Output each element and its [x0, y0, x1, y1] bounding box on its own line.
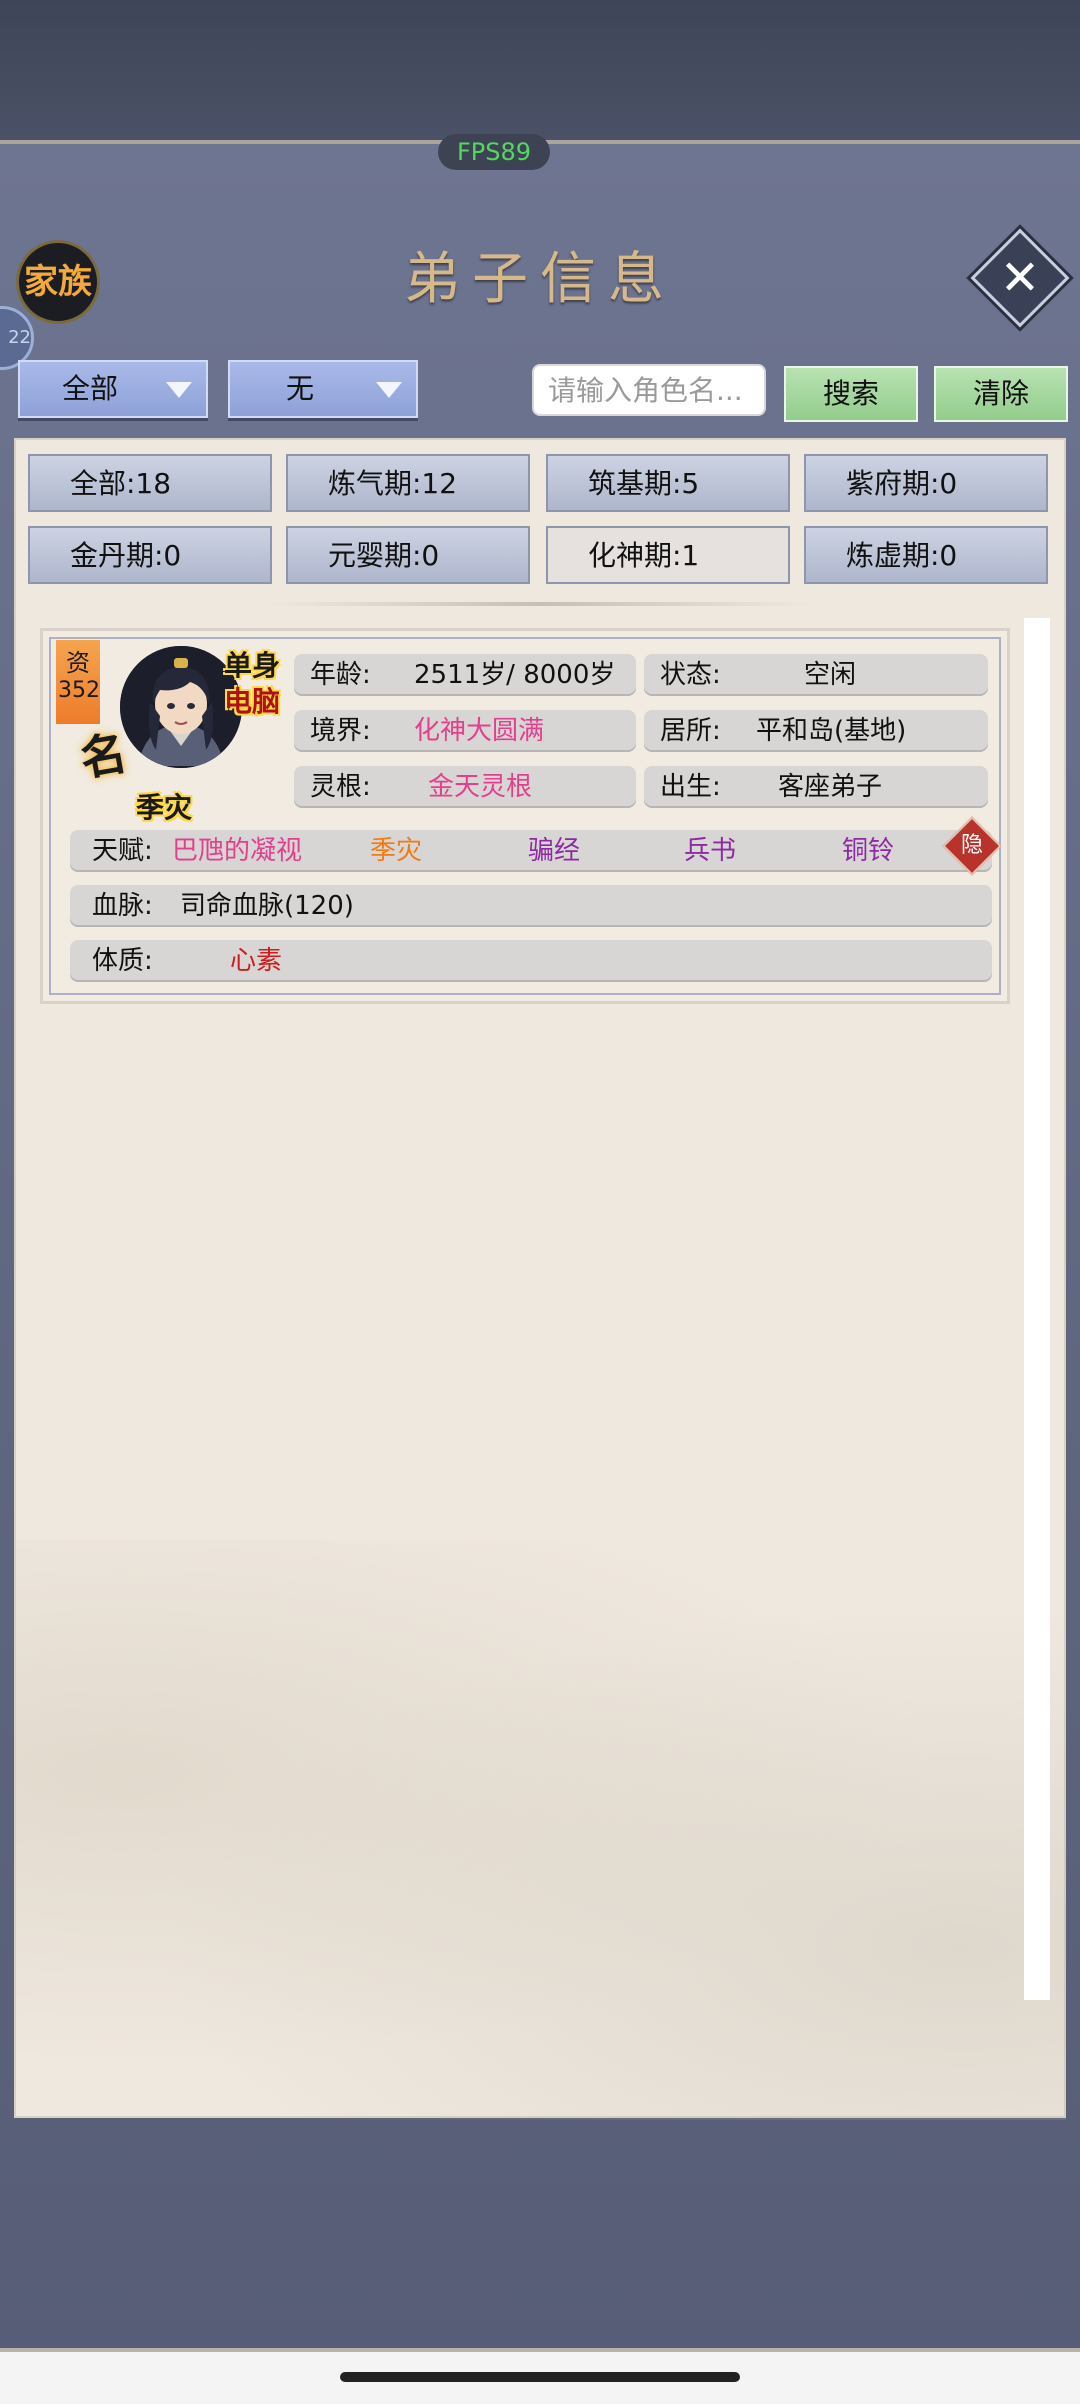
residence-field: 居所: 平和岛(基地): [644, 710, 988, 752]
birth-value: 客座弟子: [778, 772, 883, 802]
filter-dropdown-1[interactable]: 全部: [18, 360, 208, 418]
single-tag: 单身: [224, 649, 281, 682]
tab-foundation[interactable]: 筑基期:5: [546, 454, 790, 512]
tab-label: 筑基期:5: [588, 467, 700, 500]
talent-item: 兵书: [684, 836, 737, 866]
tab-label: 炼气期:12: [328, 467, 458, 500]
birth-field: 出生: 客座弟子: [644, 766, 988, 808]
residence-label: 居所:: [660, 716, 721, 746]
talent-item: 铜铃: [842, 836, 895, 866]
dropdown-2-value: 无: [285, 372, 314, 405]
status-value: 空闲: [804, 660, 857, 690]
search-button[interactable]: 搜索: [784, 366, 918, 422]
tab-label: 化神期:1: [588, 539, 700, 572]
divider: [270, 602, 810, 606]
bloodline-label: 血脉:: [92, 891, 153, 921]
constitution-label: 体质:: [92, 946, 153, 976]
realm-field: 境界: 化神大圆满: [294, 710, 636, 752]
bamboo-watermark: [16, 1540, 1066, 2120]
search-input[interactable]: [532, 364, 766, 416]
tab-nascent-soul[interactable]: 元婴期:0: [286, 526, 530, 584]
talent-item: 季灾: [370, 836, 423, 866]
bloodline-value: 司命血脉(120): [180, 891, 354, 921]
constitution-value: 心素: [230, 946, 283, 976]
talent-label: 天赋:: [92, 836, 153, 866]
tab-label: 紫府期:0: [846, 467, 958, 500]
status-label: 状态:: [660, 660, 721, 690]
side-badge-number: 22: [8, 327, 31, 348]
tab-zifu[interactable]: 紫府期:0: [804, 454, 1048, 512]
hide-label: 隐: [960, 833, 983, 858]
spirit-root-label: 灵根:: [310, 772, 371, 802]
tab-golden-core[interactable]: 金丹期:0: [28, 526, 272, 584]
scrollbar[interactable]: [1024, 618, 1050, 2000]
spirit-root-value: 金天灵根: [428, 772, 533, 802]
bloodline-field: 血脉: 司命血脉(120): [70, 885, 992, 927]
dropdown-1-value: 全部: [61, 372, 118, 405]
tab-all[interactable]: 全部:18: [28, 454, 272, 512]
computer-tag: 电脑: [224, 685, 281, 718]
page-title: 弟子信息: [404, 247, 676, 312]
age-label: 年龄:: [310, 660, 371, 690]
clan-button[interactable]: 家族: [16, 240, 100, 324]
birth-label: 出生:: [660, 772, 721, 802]
home-indicator[interactable]: [340, 2372, 740, 2382]
realm-label: 境界:: [310, 716, 371, 746]
residence-value: 平和岛(基地): [756, 716, 907, 746]
talent-field: 天赋: 巴虺的凝视 季灾 骗经 兵书 铜铃: [70, 830, 992, 872]
aptitude-value: 352: [58, 678, 100, 703]
tab-label: 炼虚期:0: [846, 539, 958, 572]
clear-button[interactable]: 清除: [934, 366, 1068, 422]
age-field: 年龄: 2511岁/ 8000岁: [294, 654, 636, 696]
tab-label: 金丹期:0: [70, 539, 182, 572]
fps-counter: FPS89: [438, 134, 550, 170]
chevron-down-icon: [166, 382, 192, 398]
realm-value: 化神大圆满: [414, 716, 545, 746]
close-icon: ✕: [999, 250, 1041, 306]
top-bar: [0, 0, 1080, 144]
tab-spirit-severing[interactable]: 化神期:1: [546, 526, 790, 584]
status-field: 状态: 空闲: [644, 654, 988, 696]
constitution-field: 体质: 心素: [70, 940, 992, 982]
spirit-root-field: 灵根: 金天灵根: [294, 766, 636, 808]
tab-label: 全部:18: [70, 467, 172, 500]
chevron-down-icon: [376, 382, 402, 398]
tab-qi-refining[interactable]: 炼气期:12: [286, 454, 530, 512]
age-value: 2511岁/ 8000岁: [414, 660, 616, 690]
filter-dropdown-2[interactable]: 无: [228, 360, 418, 418]
tab-void-refining[interactable]: 炼虚期:0: [804, 526, 1048, 584]
talent-item: 巴虺的凝视: [172, 836, 303, 866]
talent-item: 骗经: [528, 836, 581, 866]
disciple-name: 季灾: [136, 791, 193, 824]
aptitude-label: 资: [66, 649, 90, 677]
tab-label: 元婴期:0: [328, 539, 440, 572]
